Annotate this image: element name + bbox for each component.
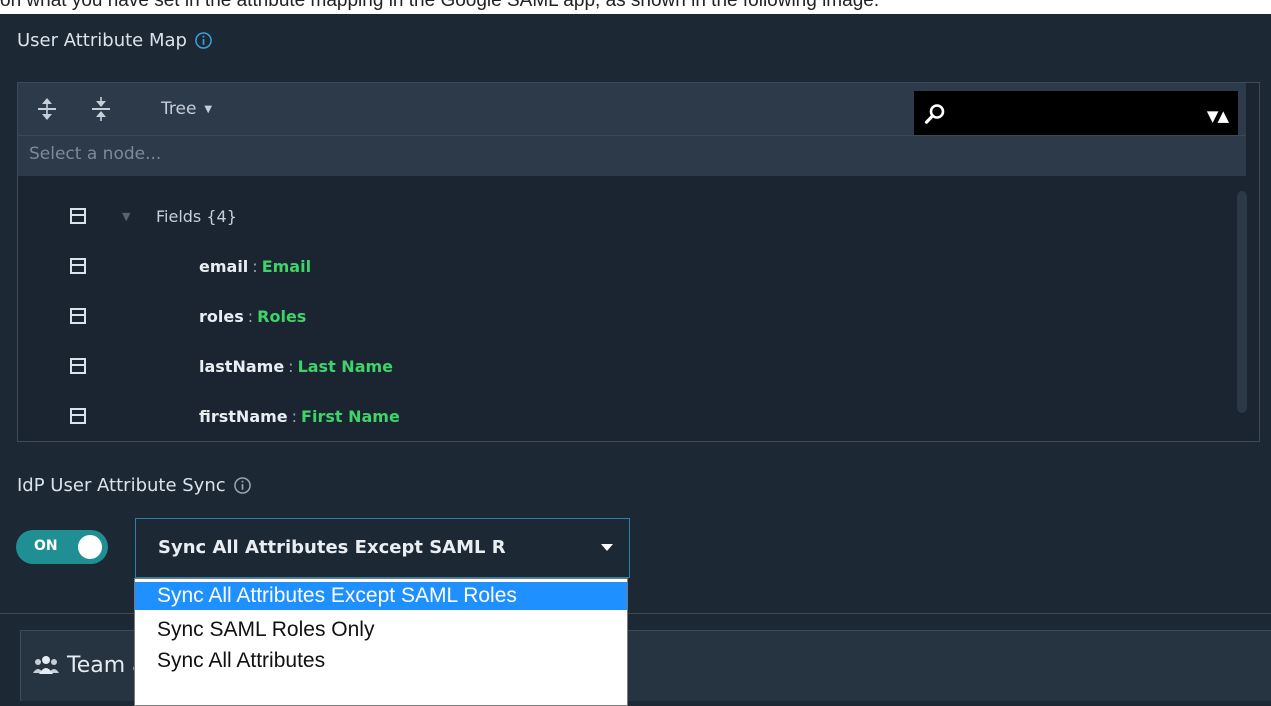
- chevron-down-icon: ▼: [204, 103, 213, 115]
- map-toolbar: Tree ▼ ▼▲: [18, 83, 1246, 137]
- sync-option[interactable]: Sync SAML Roles Only: [135, 616, 627, 644]
- idp-sync-heading: IdP User Attribute Sync: [17, 475, 251, 496]
- field-key: roles: [199, 306, 244, 326]
- tree-root-label: Fields {4}: [156, 207, 237, 226]
- sync-toggle[interactable]: ON: [16, 530, 108, 564]
- tree-row-root[interactable]: ▼ Fields {4}: [18, 191, 1232, 241]
- expand-arrow-icon[interactable]: ▼: [122, 210, 130, 223]
- tree-row[interactable]: firstName: First Name: [18, 391, 1232, 441]
- intro-text: on what you have set in the attribute ma…: [0, 0, 880, 11]
- field-value[interactable]: First Name: [301, 407, 400, 426]
- field-value[interactable]: Roles: [257, 307, 306, 326]
- sync-mode-value: Sync All Attributes Except SAML R: [158, 537, 506, 558]
- view-mode-label: Tree: [161, 99, 197, 119]
- tree-row[interactable]: email: Email: [18, 241, 1232, 291]
- search-nav-arrows-icon[interactable]: ▼▲: [1207, 107, 1229, 125]
- idp-sync-title: IdP User Attribute Sync: [17, 475, 226, 496]
- chevron-down-icon: [601, 544, 613, 551]
- intro-paragraph: on what you have set in the attribute ma…: [0, 0, 1271, 14]
- context-menu-icon[interactable]: [70, 408, 86, 424]
- users-icon: [33, 656, 59, 674]
- sync-option[interactable]: Sync All Attributes Except SAML Roles: [135, 582, 627, 610]
- field-value[interactable]: Last Name: [298, 357, 393, 376]
- tree-row[interactable]: lastName: Last Name: [18, 341, 1232, 391]
- node-path-bar: Select a node...: [18, 135, 1246, 176]
- sync-option[interactable]: Sync All Attributes: [135, 647, 627, 675]
- sync-mode-options: Sync All Attributes Except SAML Roles Sy…: [134, 578, 628, 706]
- context-menu-icon[interactable]: [70, 358, 86, 374]
- field-key: lastName: [199, 356, 285, 376]
- context-menu-icon[interactable]: [70, 308, 86, 324]
- search-icon: [924, 104, 945, 124]
- field-entry: roles: Roles: [199, 306, 307, 326]
- tree-root-name: Fields: [156, 206, 202, 226]
- view-mode-menu[interactable]: Tree ▼: [161, 99, 212, 119]
- toggle-label: ON: [34, 538, 58, 554]
- field-entry: lastName: Last Name: [199, 356, 394, 376]
- user-attribute-map-editor: Tree ▼ ▼▲ Select a node... ▼ Fields {4}: [17, 82, 1260, 442]
- tree-scrollbar[interactable]: [1237, 191, 1247, 413]
- field-entry: firstName: First Name: [199, 406, 400, 426]
- node-path-placeholder: Select a node...: [29, 144, 162, 164]
- user-attribute-map-title: User Attribute Map: [17, 30, 187, 51]
- sync-mode-select[interactable]: Sync All Attributes Except SAML R: [135, 518, 630, 578]
- field-key: email: [199, 256, 249, 276]
- context-menu-icon[interactable]: [70, 208, 86, 224]
- info-icon[interactable]: [233, 477, 251, 494]
- info-icon[interactable]: [195, 32, 212, 49]
- field-value[interactable]: Email: [262, 257, 311, 276]
- collapse-all-icon[interactable]: [90, 97, 112, 121]
- user-attribute-map-heading: User Attribute Map: [17, 30, 212, 51]
- search-input[interactable]: ▼▲: [914, 91, 1238, 137]
- toggle-knob: [78, 535, 102, 559]
- field-entry: email: Email: [199, 256, 312, 276]
- field-key: firstName: [199, 406, 288, 426]
- tree-row[interactable]: roles: Roles: [18, 291, 1232, 341]
- tree-root-count: {4}: [206, 206, 237, 226]
- context-menu-icon[interactable]: [70, 258, 86, 274]
- expand-all-icon[interactable]: [36, 97, 58, 121]
